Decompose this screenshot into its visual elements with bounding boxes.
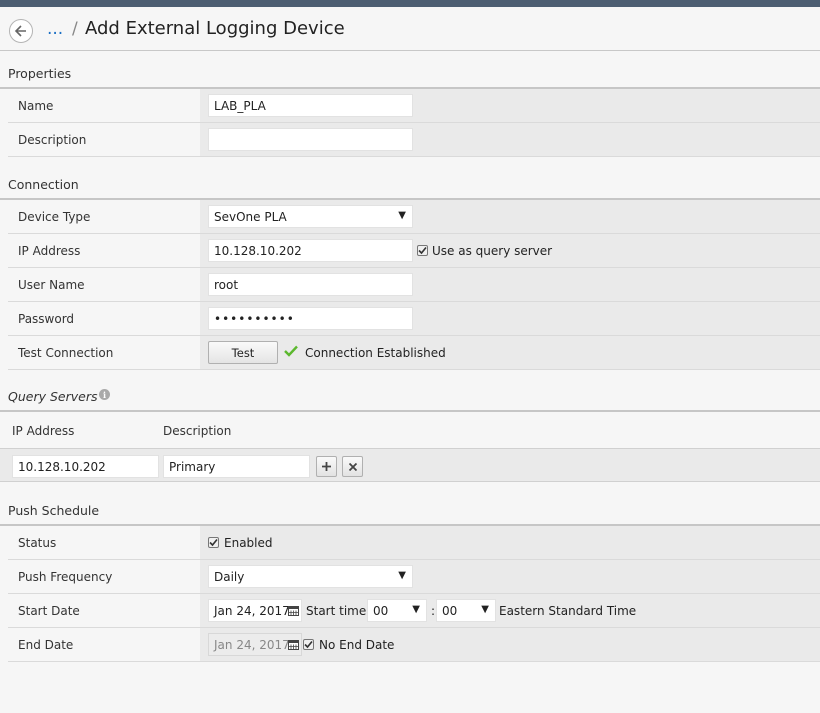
- form-row-test-connection: Test Connection Test Connection Establis…: [8, 336, 820, 370]
- form-row-end-date: End Date Jan 24, 2017 No End Date: [8, 628, 820, 662]
- section-title-push-schedule: Push Schedule: [8, 503, 100, 518]
- calendar-icon[interactable]: [288, 605, 299, 616]
- form-row-password: Password ••••••••••: [8, 302, 820, 336]
- caret-down-icon: ▼: [481, 604, 489, 615]
- value-cell: Daily ▼: [200, 560, 820, 593]
- start-hour-select[interactable]: 00 ▼: [367, 599, 427, 622]
- connection-status: Connection Established: [305, 346, 446, 360]
- no-end-date-checkbox[interactable]: [303, 639, 314, 650]
- test-button[interactable]: Test: [208, 341, 278, 364]
- section-title-connection: Connection: [8, 177, 79, 192]
- check-icon: [304, 640, 313, 649]
- value-cell: SevOne PLA ▼: [200, 200, 820, 233]
- name-label: Name: [18, 99, 54, 113]
- user-name-label: User Name: [18, 278, 85, 292]
- caret-down-icon: ▼: [398, 210, 406, 221]
- value-cell: root: [200, 268, 820, 301]
- end-date-label: End Date: [18, 638, 74, 652]
- section-title-query-servers: Query Servers: [8, 389, 98, 404]
- remove-query-server-button[interactable]: [342, 456, 363, 477]
- enabled-label: Enabled: [224, 536, 273, 550]
- plus-icon: [322, 462, 331, 471]
- close-icon: [348, 462, 357, 471]
- test-connection-label: Test Connection: [18, 346, 114, 360]
- check-icon: [209, 538, 218, 547]
- page-title: Add External Logging Device: [85, 18, 345, 39]
- push-frequency-value: Daily: [214, 570, 245, 584]
- start-date-value: Jan 24, 2017: [214, 604, 290, 618]
- calendar-icon[interactable]: [288, 639, 299, 650]
- form-row-ip-address: IP Address 10.128.10.202 Use as query se…: [8, 234, 820, 268]
- form-row-description: Description: [8, 123, 820, 157]
- checkmark-icon: [284, 345, 298, 357]
- caret-down-icon: ▼: [398, 570, 406, 581]
- ip-address-label: IP Address: [18, 244, 81, 258]
- section-divider: [0, 410, 820, 412]
- add-query-server-button[interactable]: [316, 456, 337, 477]
- form-row-device-type: Device Type SevOne PLA ▼: [8, 200, 820, 234]
- password-input[interactable]: ••••••••••: [208, 307, 413, 330]
- password-label: Password: [18, 312, 75, 326]
- query-server-description-input[interactable]: Primary: [163, 455, 310, 478]
- start-minute-select[interactable]: 00 ▼: [436, 599, 496, 622]
- value-cell: LAB_PLA: [200, 89, 820, 122]
- form-row-start-date: Start Date Jan 24, 2017 Start time: 00 ▼…: [8, 594, 820, 628]
- start-date-label: Start Date: [18, 604, 80, 618]
- ip-address-input[interactable]: 10.128.10.202: [208, 239, 413, 262]
- description-label: Description: [18, 133, 87, 147]
- value-cell: Jan 24, 2017 No End Date: [200, 628, 820, 661]
- breadcrumb-separator: /: [72, 19, 78, 39]
- start-minute-value: 00: [442, 604, 458, 618]
- value-cell: [200, 123, 820, 156]
- arrow-left-icon: [14, 25, 26, 37]
- use-as-query-server-label: Use as query server: [432, 244, 553, 258]
- start-time-label: Start time:: [306, 604, 371, 618]
- page-header: ... / Add External Logging Device: [0, 7, 820, 51]
- top-bar: [0, 0, 820, 7]
- query-server-ip-input[interactable]: 10.128.10.202: [12, 455, 159, 478]
- column-header-ip-address: IP Address: [12, 424, 75, 438]
- enabled-checkbox[interactable]: [208, 537, 219, 548]
- check-icon: [418, 246, 427, 255]
- value-cell: Test Connection Established: [200, 336, 820, 369]
- back-button[interactable]: [9, 19, 33, 43]
- start-hour-value: 00: [373, 604, 389, 618]
- description-input[interactable]: [208, 128, 413, 151]
- device-type-select[interactable]: SevOne PLA ▼: [208, 205, 413, 228]
- status-label: Status: [18, 536, 57, 550]
- time-separator: :: [431, 604, 436, 618]
- info-icon[interactable]: i: [99, 389, 110, 400]
- table-row: 10.128.10.202 Primary: [0, 448, 820, 482]
- value-cell: ••••••••••: [200, 302, 820, 335]
- device-type-value: SevOne PLA: [214, 210, 287, 224]
- use-as-query-server-checkbox[interactable]: [417, 245, 428, 256]
- form-row-name: Name LAB_PLA: [8, 89, 820, 123]
- name-input[interactable]: LAB_PLA: [208, 94, 413, 117]
- breadcrumb-ellipsis[interactable]: ...: [47, 19, 63, 39]
- column-header-description: Description: [163, 424, 232, 438]
- push-frequency-label: Push Frequency: [18, 570, 113, 584]
- end-date-value: Jan 24, 2017: [214, 638, 290, 652]
- device-type-label: Device Type: [18, 210, 91, 224]
- value-cell: Jan 24, 2017 Start time: 00 ▼ : 00 ▼ Eas…: [200, 594, 820, 627]
- section-title-properties: Properties: [8, 66, 72, 81]
- form-row-status: Status Enabled: [8, 526, 820, 560]
- form-row-user-name: User Name root: [8, 268, 820, 302]
- push-frequency-select[interactable]: Daily ▼: [208, 565, 413, 588]
- no-end-date-label: No End Date: [319, 638, 395, 652]
- timezone-label: Eastern Standard Time: [499, 604, 637, 618]
- value-cell: 10.128.10.202 Use as query server: [200, 234, 820, 267]
- form-row-push-frequency: Push Frequency Daily ▼: [8, 560, 820, 594]
- user-name-input[interactable]: root: [208, 273, 413, 296]
- value-cell: Enabled: [200, 526, 820, 559]
- caret-down-icon: ▼: [412, 604, 420, 615]
